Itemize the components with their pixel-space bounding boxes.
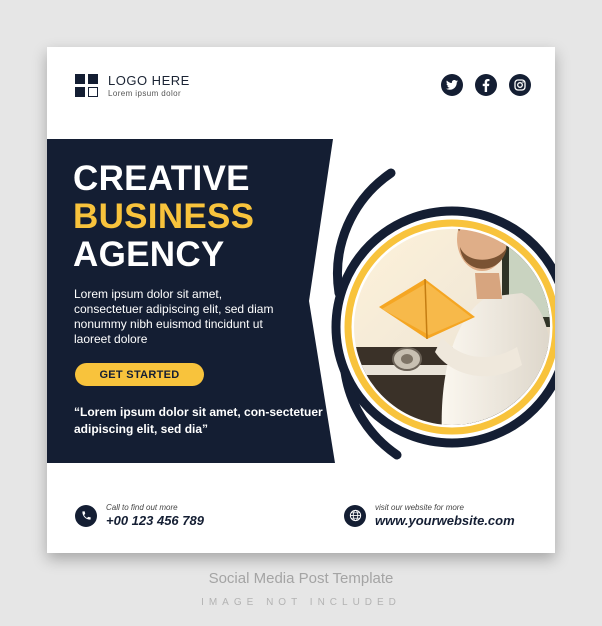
- headline-line2: BUSINESS: [73, 197, 255, 236]
- post-card: LOGO HERE Lorem ipsum dolor CREATIVE BUS…: [47, 47, 555, 553]
- caption-title: Social Media Post Template: [208, 570, 394, 587]
- quote-text: “Lorem ipsum dolor sit amet, con-sectetu…: [74, 405, 323, 436]
- phone-contact: Call to find out more +00 123 456 789: [75, 502, 204, 529]
- phone-number[interactable]: +00 123 456 789: [106, 513, 204, 529]
- get-started-button[interactable]: GET STARTED: [75, 363, 204, 386]
- website-url[interactable]: www.yourwebsite.com: [375, 513, 515, 529]
- headline: CREATIVE BUSINESS AGENCY: [73, 160, 254, 274]
- phone-icon: [75, 504, 97, 527]
- caption-subtitle: IMAGE NOT INCLUDED: [201, 597, 401, 608]
- website-label: visit our website for more: [375, 503, 464, 512]
- website-contact: visit our website for more www.yourwebsi…: [344, 502, 515, 529]
- globe-icon: [344, 504, 366, 527]
- headline-line1: CREATIVE: [73, 159, 250, 198]
- headline-line3: AGENCY: [73, 235, 225, 274]
- phone-label: Call to find out more: [106, 503, 178, 512]
- description: Lorem ipsum dolor sit amet, consectetuer…: [74, 287, 274, 346]
